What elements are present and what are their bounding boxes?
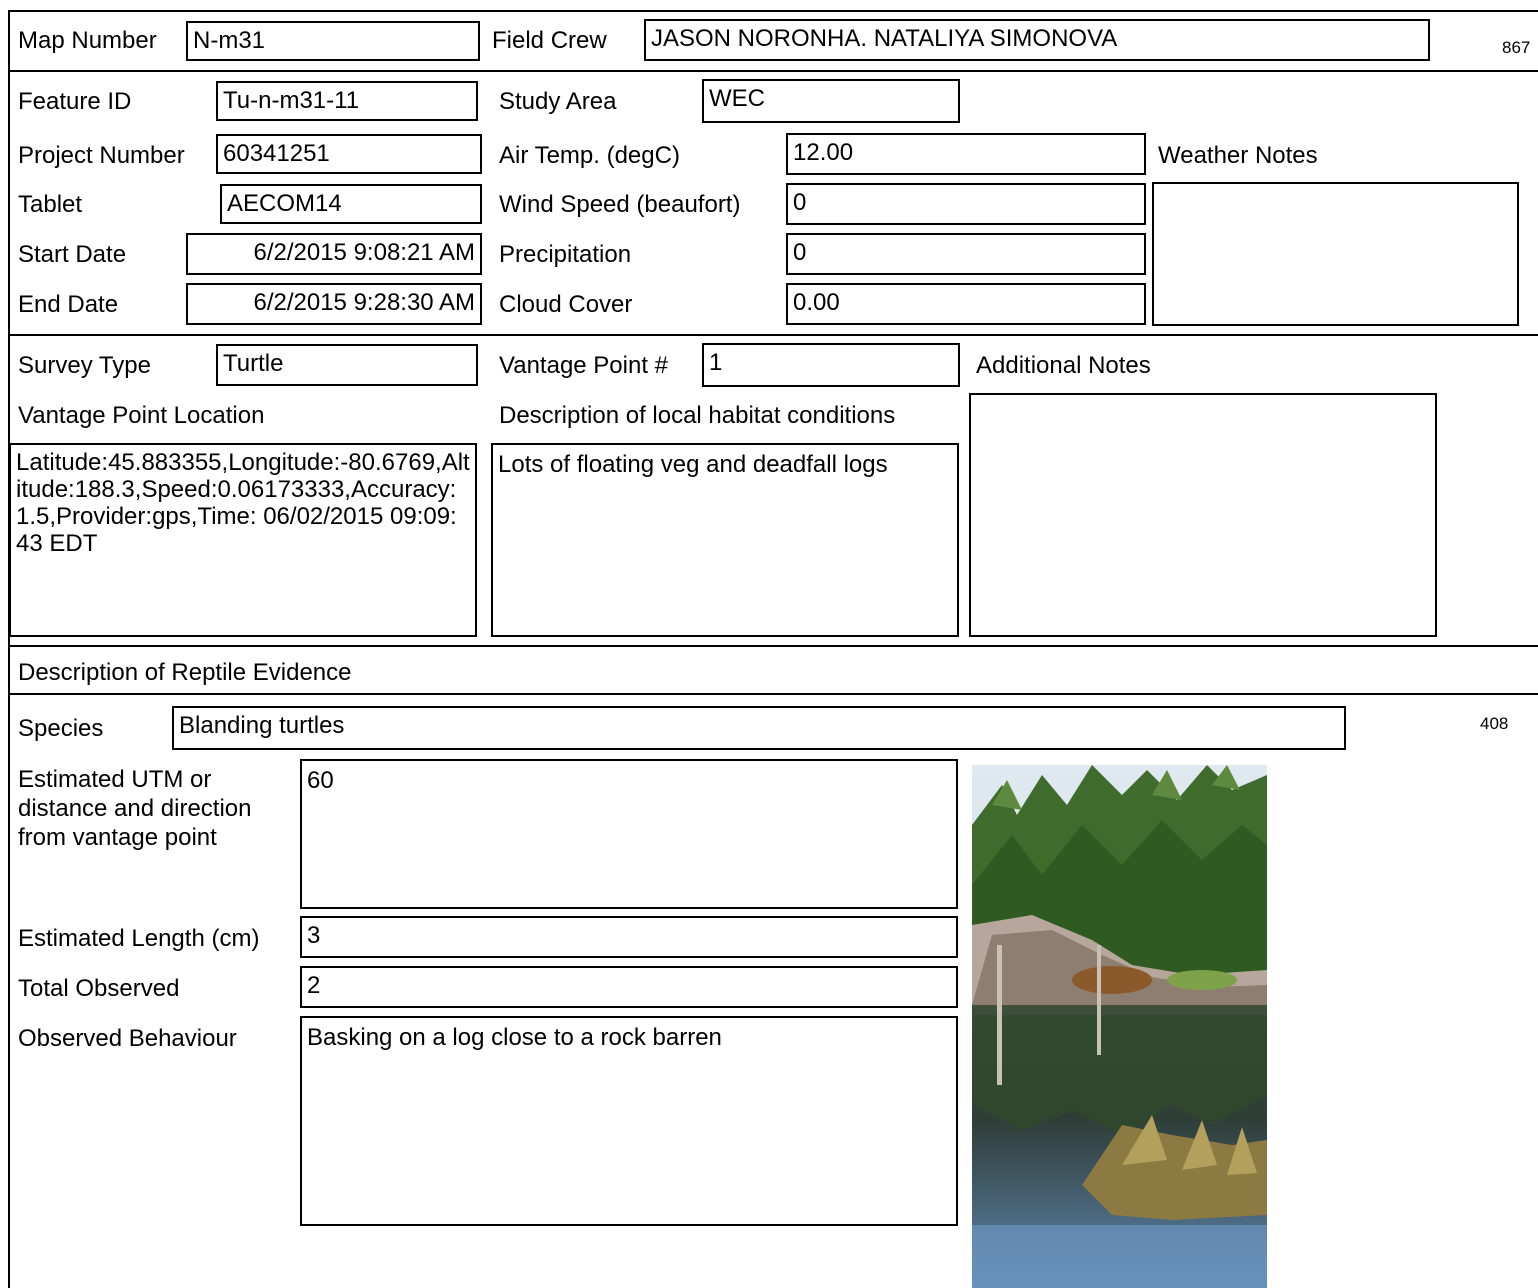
map-number-field[interactable]: N-m31	[186, 21, 480, 61]
total-label: Total Observed	[18, 975, 180, 1002]
page-code: 867	[1502, 38, 1531, 57]
additional-notes-label: Additional Notes	[976, 352, 1151, 379]
habitat-label: Description of local habitat conditions	[499, 402, 896, 429]
species-label: Species	[18, 715, 104, 742]
cloud-cover-label: Cloud Cover	[499, 291, 633, 318]
utm-label: Estimated UTM or distance and direction …	[18, 765, 288, 852]
field-crew-label: Field Crew	[492, 27, 607, 54]
survey-type-label: Survey Type	[18, 352, 151, 379]
project-number-field[interactable]: 60341251	[216, 134, 482, 174]
length-field[interactable]: 3	[300, 916, 958, 958]
utm-field[interactable]: 60	[300, 759, 958, 909]
utm-label-text: Estimated UTM or distance and direction …	[18, 766, 252, 851]
evidence-section-title: Description of Reptile Evidence	[18, 659, 352, 686]
feature-id-field[interactable]: Tu-n-m31-11	[216, 81, 478, 121]
divider-survey	[8, 645, 1538, 647]
frame-top	[8, 10, 1538, 12]
frame-left	[8, 10, 10, 1288]
vantage-point-field[interactable]: 1	[702, 343, 960, 387]
vantage-location-text: Latitude:45.883355,Longitude:-80.6769,Al…	[16, 449, 470, 557]
divider-header	[8, 70, 1538, 72]
vantage-location-label: Vantage Point Location	[18, 402, 265, 429]
total-field[interactable]: 2	[300, 966, 958, 1008]
wind-speed-field[interactable]: 0	[786, 183, 1146, 225]
air-temp-field[interactable]: 12.00	[786, 133, 1146, 175]
feature-id-label: Feature ID	[18, 88, 132, 115]
habitat-photo	[972, 765, 1267, 1288]
divider-evidence	[8, 693, 1538, 695]
wind-speed-label: Wind Speed (beaufort)	[499, 191, 741, 218]
field-crew-field[interactable]: JASON NORONHA. NATALIYA SIMONOVA	[644, 19, 1430, 61]
habitat-field[interactable]: Lots of floating veg and deadfall logs	[491, 443, 959, 637]
cloud-cover-field[interactable]: 0.00	[786, 283, 1146, 325]
behaviour-label: Observed Behaviour	[18, 1025, 237, 1052]
record-code: 408	[1480, 714, 1509, 733]
start-date-field[interactable]: 6/2/2015 9:08:21 AM	[186, 233, 482, 275]
project-number-label: Project Number	[18, 142, 185, 169]
air-temp-label: Air Temp. (degC)	[499, 142, 680, 169]
species-field[interactable]: Blanding turtles	[172, 706, 1346, 750]
divider-record	[8, 334, 1538, 336]
precipitation-label: Precipitation	[499, 241, 632, 268]
habitat-photo-image	[972, 765, 1267, 1288]
tablet-field[interactable]: AECOM14	[220, 184, 482, 224]
length-label: Estimated Length (cm)	[18, 925, 260, 952]
vantage-location-field[interactable]: Latitude:45.883355,Longitude:-80.6769,Al…	[9, 443, 477, 637]
map-number-label: Map Number	[18, 27, 157, 54]
weather-notes-label: Weather Notes	[1158, 142, 1318, 169]
end-date-field[interactable]: 6/2/2015 9:28:30 AM	[186, 283, 482, 325]
weather-notes-field[interactable]	[1152, 182, 1519, 326]
precipitation-field[interactable]: 0	[786, 233, 1146, 275]
tablet-label: Tablet	[18, 191, 83, 218]
study-area-label: Study Area	[499, 88, 617, 115]
end-date-label: End Date	[18, 291, 119, 318]
vantage-point-label: Vantage Point #	[499, 352, 669, 379]
survey-type-field[interactable]: Turtle	[216, 344, 478, 386]
additional-notes-field[interactable]	[969, 393, 1437, 637]
study-area-field[interactable]: WEC	[702, 79, 960, 123]
start-date-label: Start Date	[18, 241, 127, 268]
behaviour-field[interactable]: Basking on a log close to a rock barren	[300, 1016, 958, 1226]
